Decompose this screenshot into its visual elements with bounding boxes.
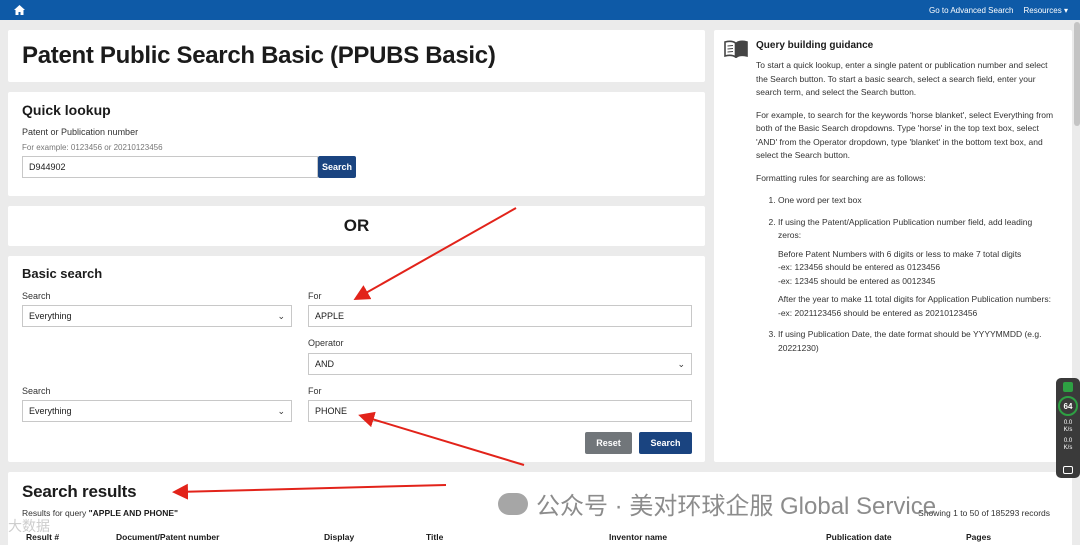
title-card: Patent Public Search Basic (PPUBS Basic) bbox=[8, 30, 705, 82]
rule-example: -ex: 2021123456 should be entered as 202… bbox=[778, 307, 978, 318]
results-query-value: "APPLE AND PHONE" bbox=[88, 508, 179, 518]
upload-rate-value: 0.0 bbox=[1063, 420, 1073, 426]
operator-select[interactable]: AND ⌄ bbox=[308, 353, 692, 375]
guidance-body: To start a quick lookup, enter a single … bbox=[756, 59, 1056, 363]
system-monitor-widget[interactable]: 64 0.0 K/s 0.0 K/s bbox=[1056, 378, 1080, 478]
search-term-2-input[interactable]: PHONE bbox=[308, 400, 692, 422]
column-header-document-number[interactable]: Document/Patent number bbox=[116, 532, 219, 542]
upload-rate: 0.0 K/s bbox=[1064, 420, 1073, 434]
or-divider: OR bbox=[343, 216, 370, 235]
column-header-inventor[interactable]: Inventor name bbox=[609, 532, 667, 542]
column-header-publication-date[interactable]: Publication date bbox=[826, 532, 892, 542]
for-2-label: For bbox=[308, 386, 322, 396]
home-icon[interactable] bbox=[12, 3, 26, 17]
page-title: Patent Public Search Basic (PPUBS Basic) bbox=[22, 42, 496, 69]
watermark-text: 公众号 · 美对环球企服 Global Service bbox=[536, 493, 937, 520]
or-divider-card: OR bbox=[8, 206, 705, 246]
search-field-1-select[interactable]: Everything ⌄ bbox=[22, 305, 292, 327]
quick-lookup-search-button[interactable]: Search bbox=[318, 156, 356, 178]
basic-search-button[interactable]: Search bbox=[639, 432, 692, 454]
guidance-paragraph: Formatting rules for searching are as fo… bbox=[756, 172, 926, 183]
guidance-paragraph: For example, to search for the keywords … bbox=[756, 109, 1054, 161]
results-table-header: Result # Document/Patent number Display … bbox=[8, 531, 1072, 545]
patent-number-hint: For example: 0123456 or 20210123456 bbox=[22, 143, 163, 152]
operator-value: AND bbox=[315, 359, 335, 369]
rule-item: If using the Patent/Application Publicat… bbox=[778, 216, 1056, 321]
rule-subtext: Before Patent Numbers with 6 digits or l… bbox=[778, 248, 1022, 259]
operator-label: Operator bbox=[308, 338, 344, 348]
basic-search-heading: Basic search bbox=[22, 266, 103, 281]
download-rate-unit: K/s bbox=[1063, 445, 1073, 451]
formatting-rules-list: One word per text box If using the Paten… bbox=[756, 194, 1056, 355]
search-field-1-value: Everything bbox=[29, 311, 72, 321]
guidance-heading: Query building guidance bbox=[756, 40, 874, 51]
corner-watermark: 大数据 bbox=[8, 518, 50, 534]
rule-example: -ex: 12345 should be entered as 0012345 bbox=[778, 275, 936, 286]
rule-text: If using the Patent/Application Publicat… bbox=[778, 216, 1033, 241]
cpu-gauge: 64 bbox=[1058, 396, 1078, 416]
wechat-icon bbox=[498, 492, 528, 515]
rule-item: If using Publication Date, the date form… bbox=[778, 328, 1056, 355]
basic-search-card: Basic search Search Everything ⌄ For APP… bbox=[8, 256, 705, 462]
shield-check-icon bbox=[1063, 382, 1073, 392]
results-count: Showing 1 to 50 of 185293 records bbox=[918, 508, 1050, 518]
chevron-down-icon: ⌄ bbox=[677, 358, 685, 369]
watermark: 公众号 · 美对环球企服 Global Service bbox=[498, 486, 936, 521]
chevron-down-icon: ▾ bbox=[1063, 5, 1068, 15]
top-nav-bar: Go to Advanced Search Resources ▾ bbox=[0, 0, 1080, 20]
column-header-title[interactable]: Title bbox=[426, 532, 443, 542]
search-field-2-value: Everything bbox=[29, 406, 72, 416]
rule-item: One word per text box bbox=[778, 194, 1056, 208]
search-term-1-input[interactable]: APPLE bbox=[308, 305, 692, 327]
camera-icon bbox=[1063, 466, 1073, 474]
column-header-pages[interactable]: Pages bbox=[966, 532, 991, 542]
rule-example: -ex: 123456 should be entered as 0123456 bbox=[778, 262, 941, 272]
chevron-down-icon: ⌄ bbox=[277, 405, 285, 416]
for-1-label: For bbox=[308, 291, 322, 301]
page-scrollbar[interactable] bbox=[1074, 22, 1080, 126]
advanced-search-link[interactable]: Go to Advanced Search bbox=[929, 6, 1014, 15]
download-rate: 0.0 K/s bbox=[1064, 438, 1073, 452]
quick-lookup-card: Quick lookup Patent or Publication numbe… bbox=[8, 92, 705, 196]
resources-label: Resources bbox=[1023, 5, 1062, 15]
download-rate-value: 0.0 bbox=[1063, 438, 1073, 444]
reset-button[interactable]: Reset bbox=[585, 432, 632, 454]
search-field-1-label: Search bbox=[22, 291, 51, 301]
query-guidance-card: Query building guidance To start a quick… bbox=[714, 30, 1072, 462]
rule-subtext: After the year to make 11 total digits f… bbox=[778, 294, 1051, 304]
column-header-display[interactable]: Display bbox=[324, 532, 354, 542]
chevron-down-icon: ⌄ bbox=[277, 310, 285, 321]
quick-lookup-heading: Quick lookup bbox=[22, 102, 111, 118]
resources-menu[interactable]: Resources ▾ bbox=[1024, 6, 1069, 15]
search-field-2-select[interactable]: Everything ⌄ bbox=[22, 400, 292, 422]
patent-number-label: Patent or Publication number bbox=[22, 127, 139, 137]
book-icon bbox=[724, 40, 748, 63]
guidance-paragraph: To start a quick lookup, enter a single … bbox=[756, 60, 1048, 97]
search-field-2-label: Search bbox=[22, 386, 51, 396]
patent-number-input[interactable]: D944902 bbox=[22, 156, 318, 178]
results-heading: Search results bbox=[22, 482, 137, 501]
upload-rate-unit: K/s bbox=[1063, 427, 1073, 433]
